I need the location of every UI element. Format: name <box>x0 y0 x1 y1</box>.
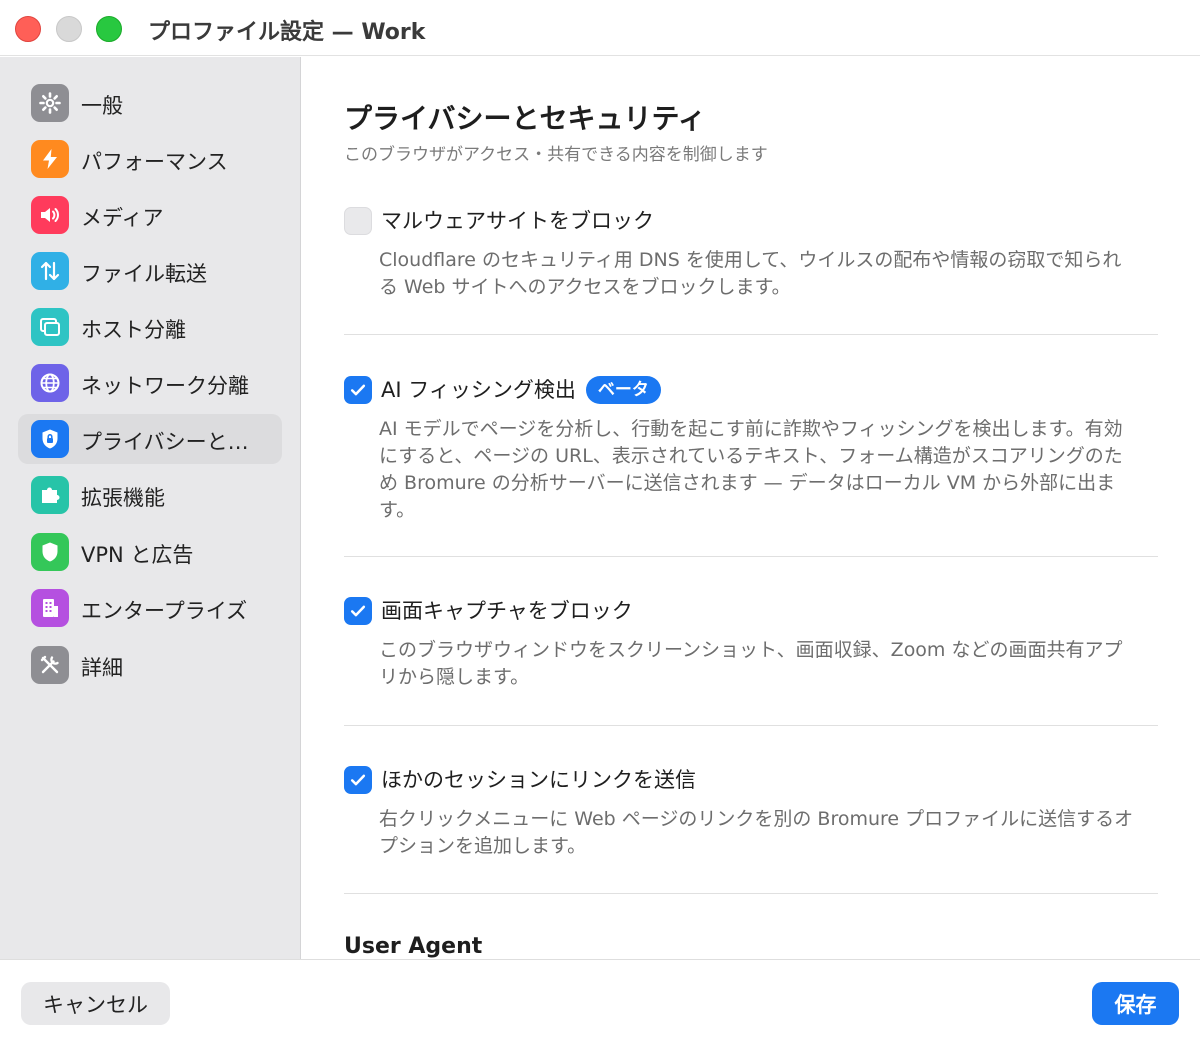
sidebar-item-host-isolation[interactable]: ホスト分離 <box>18 302 282 352</box>
sidebar-item-label: ファイル転送 <box>81 262 207 286</box>
block-screen-capture-checkbox[interactable] <box>344 597 372 625</box>
page-subtitle: このブラウザがアクセス・共有できる内容を制御します <box>344 145 768 165</box>
shield-icon <box>31 533 69 571</box>
send-link-label: ほかのセッションにリンクを送信 <box>381 768 696 792</box>
speaker-icon <box>31 196 69 234</box>
sidebar-item-media[interactable]: メディア <box>18 190 282 240</box>
sidebar-item-label: パフォーマンス <box>81 150 228 174</box>
sidebar-item-label: メディア <box>81 206 164 230</box>
sidebar-item-file-transfer[interactable]: ファイル転送 <box>18 246 282 296</box>
globe-icon <box>31 364 69 402</box>
checkmark-icon <box>350 384 366 396</box>
block-malware-label: マルウェアサイトをブロック <box>381 209 654 233</box>
lock-shield-icon <box>31 420 69 458</box>
ai-phishing-checkbox[interactable] <box>344 376 372 404</box>
sidebar-item-enterprise[interactable]: エンタープライズ <box>18 583 282 633</box>
tools-icon <box>31 646 69 684</box>
cancel-button[interactable]: キャンセル <box>21 982 170 1025</box>
sidebar-item-label: 一般 <box>81 94 123 118</box>
ai-phishing-description: AI モデルでページを分析し、行動を起こす前に詐欺やフィッシングを検出します。有… <box>379 418 1123 521</box>
gear-icon <box>31 84 69 122</box>
profile-settings-window: プロファイル設定 — Work 一般 パフォーマンス メディア ファイル転送 ホ… <box>0 0 1200 1045</box>
page-title: プライバシーとセキュリティ <box>344 102 706 135</box>
sidebar-item-label: ホスト分離 <box>81 318 186 342</box>
arrows-updown-icon <box>31 252 69 290</box>
sidebar-item-label: エンタープライズ <box>81 599 248 623</box>
sidebar-item-privacy[interactable]: プライバシーと… <box>18 414 282 464</box>
sidebar-item-extensions[interactable]: 拡張機能 <box>18 470 282 520</box>
divider <box>344 893 1158 894</box>
window-title: プロファイル設定 — Work <box>148 20 426 45</box>
beta-badge: ベータ <box>585 376 661 404</box>
zoom-window-button[interactable] <box>96 16 122 42</box>
close-window-button[interactable] <box>15 16 41 42</box>
save-button[interactable]: 保存 <box>1092 982 1179 1025</box>
checkmark-icon <box>350 605 366 617</box>
windows-icon <box>31 308 69 346</box>
settings-content: プライバシーとセキュリティ このブラウザがアクセス・共有できる内容を制御します … <box>302 57 1200 959</box>
footer-bar: キャンセル 保存 <box>0 959 1200 1045</box>
divider <box>344 556 1158 557</box>
ai-phishing-title: AI フィッシング検出 <box>381 378 576 402</box>
building-icon <box>31 589 69 627</box>
sidebar-item-performance[interactable]: パフォーマンス <box>18 134 282 184</box>
block-screen-capture-description: このブラウザウィンドウをスクリーンショット、画面収録、Zoom などの画面共有ア… <box>379 639 1123 688</box>
block-malware-description: Cloudflare のセキュリティ用 DNS を使用して、ウイルスの配布や情報… <box>379 249 1122 298</box>
block-malware-checkbox[interactable] <box>344 207 372 235</box>
sidebar-item-general[interactable]: 一般 <box>18 78 282 128</box>
send-link-description: 右クリックメニューに Web ページのリンクを別の Bromure プロファイル… <box>379 808 1134 857</box>
sidebar-item-network-isolation[interactable]: ネットワーク分離 <box>18 358 282 408</box>
user-agent-heading: User Agent <box>344 934 483 959</box>
sidebar-item-label: 詳細 <box>81 656 123 680</box>
sidebar: 一般 パフォーマンス メディア ファイル転送 ホスト分離 ネットワーク分離 プラ… <box>0 57 301 959</box>
block-screen-capture-label: 画面キャプチャをブロック <box>381 599 633 623</box>
sidebar-item-label: プライバシーと… <box>81 430 249 454</box>
minimize-window-button[interactable] <box>56 16 82 42</box>
send-link-checkbox[interactable] <box>344 766 372 794</box>
sidebar-item-advanced[interactable]: 詳細 <box>18 640 282 690</box>
sidebar-item-label: VPN と広告 <box>81 543 194 567</box>
sidebar-item-label: ネットワーク分離 <box>81 374 249 398</box>
bolt-icon <box>31 140 69 178</box>
puzzle-icon <box>31 476 69 514</box>
checkmark-icon <box>350 774 366 786</box>
divider <box>344 334 1158 335</box>
sidebar-item-label: 拡張機能 <box>81 486 165 510</box>
title-bar: プロファイル設定 — Work <box>0 0 1200 56</box>
sidebar-item-vpn-ads[interactable]: VPN と広告 <box>18 527 282 577</box>
ai-phishing-label: AI フィッシング検出 ベータ <box>381 376 661 404</box>
divider <box>344 725 1158 726</box>
